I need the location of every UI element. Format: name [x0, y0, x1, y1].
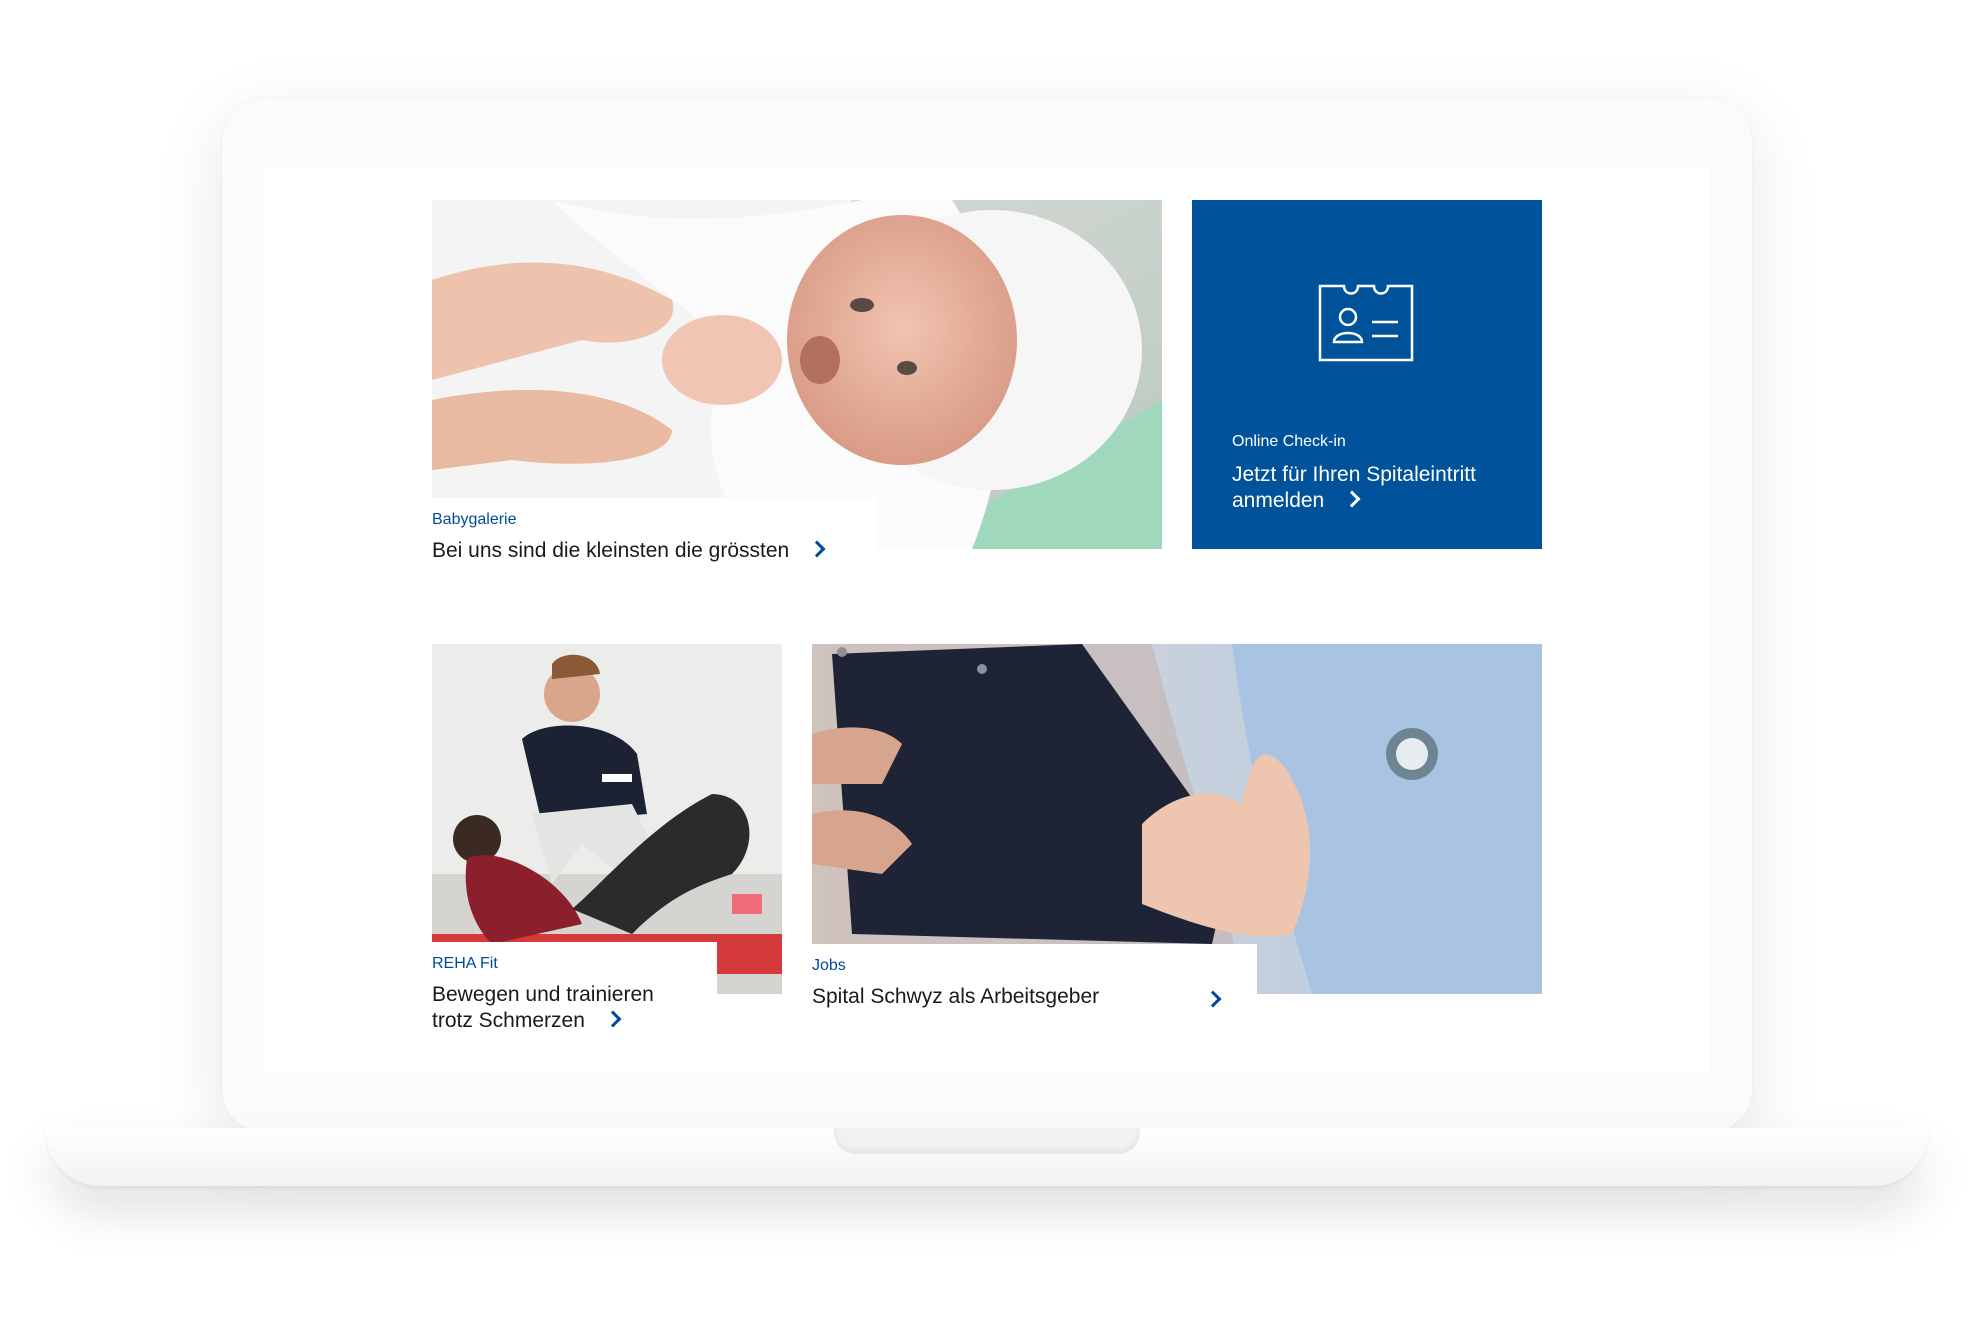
reha-caption: REHA Fit Bewegen und trainieren trotz Sc… [432, 942, 717, 1052]
tile-headline[interactable]: Bewegen und trainieren trotz Schmerzen [432, 982, 697, 1034]
jobs-photo [812, 644, 1542, 994]
chevron-right-icon [604, 1010, 622, 1028]
tile-kicker: Jobs [812, 957, 846, 974]
tile-headline[interactable]: Spital Schwyz als Arbeitsgeber [812, 984, 1237, 1010]
laptop-notch [834, 1128, 1140, 1154]
tile-headline[interactable]: Bei uns sind die kleinsten die grössten [432, 538, 857, 564]
baby-photo [432, 200, 1162, 549]
tile-online-checkin[interactable]: Online Check-in Jetzt für Ihren Spitalei… [1192, 200, 1542, 549]
chevron-right-icon [1343, 490, 1361, 508]
chevron-right-icon [1204, 990, 1222, 1008]
tile-kicker: Online Check-in [1232, 433, 1346, 450]
id-card-icon [1318, 284, 1414, 362]
jobs-caption: Jobs Spital Schwyz als Arbeitsgeber [812, 944, 1257, 1024]
baby-caption: Babygalerie Bei uns sind die kleinsten d… [432, 498, 877, 578]
tile-headline[interactable]: Jetzt für Ihren Spitaleintritt anmelden [1232, 462, 1522, 514]
tile-kicker: REHA Fit [432, 955, 498, 972]
chevron-right-icon [808, 540, 826, 558]
tile-kicker: Babygalerie [432, 511, 517, 528]
